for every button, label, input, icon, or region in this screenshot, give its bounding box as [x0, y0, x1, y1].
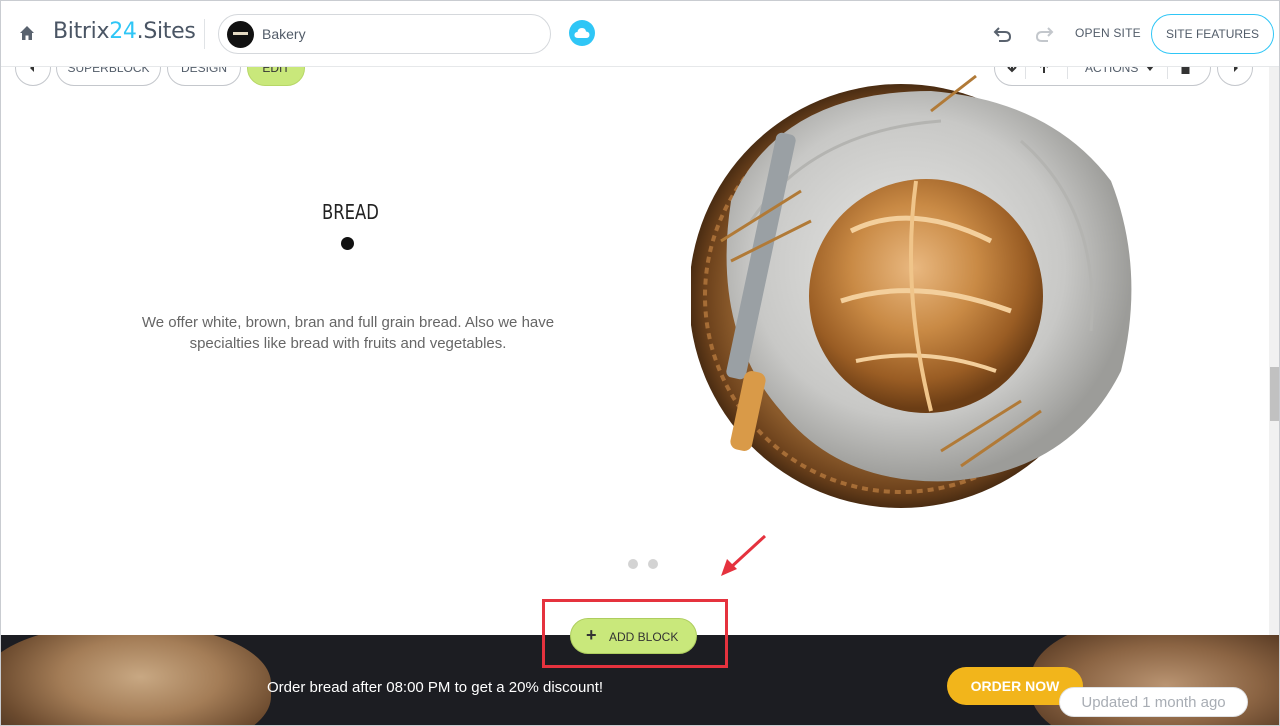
undo-icon[interactable]: [993, 25, 1013, 43]
block-heading: BREAD: [322, 200, 379, 224]
slider-dot[interactable]: [648, 559, 658, 569]
slider-pagination: [628, 556, 668, 574]
home-icon[interactable]: [19, 25, 35, 41]
cloud-icon[interactable]: [569, 20, 595, 46]
banner-bread-image: [1, 635, 271, 725]
add-block-label: ADD BLOCK: [609, 630, 679, 644]
add-block-button[interactable]: + ADD BLOCK: [570, 618, 697, 654]
annotation-arrow-icon: [721, 534, 767, 576]
top-bar: Bitrix24.Sites Bakery OPEN SITE SITE FEA…: [1, 1, 1279, 67]
site-features-button[interactable]: SITE FEATURES: [1151, 14, 1274, 54]
updated-status-badge: Updated 1 month ago: [1059, 687, 1248, 717]
banner-text: Order bread after 08:00 PM to get a 20% …: [267, 679, 604, 696]
scrollbar-thumb[interactable]: [1270, 367, 1279, 421]
redo-icon[interactable]: [1034, 25, 1054, 43]
editor-window: Bitrix24.Sites Bakery OPEN SITE SITE FEA…: [0, 0, 1280, 726]
site-selector[interactable]: Bakery: [218, 14, 551, 54]
scrollbar-track[interactable]: [1269, 67, 1279, 635]
site-name: Bakery: [262, 26, 306, 42]
divider: [204, 19, 205, 49]
app-title: Bitrix24.Sites: [53, 19, 196, 44]
site-logo: [227, 21, 254, 48]
heading-dot: [341, 237, 354, 250]
slider-dot[interactable]: [628, 559, 638, 569]
block-description: We offer white, brown, bran and full gra…: [141, 314, 555, 352]
open-site-link[interactable]: OPEN SITE: [1075, 26, 1141, 40]
plus-icon: +: [586, 625, 597, 645]
bread-basket-image: [691, 74, 1132, 508]
